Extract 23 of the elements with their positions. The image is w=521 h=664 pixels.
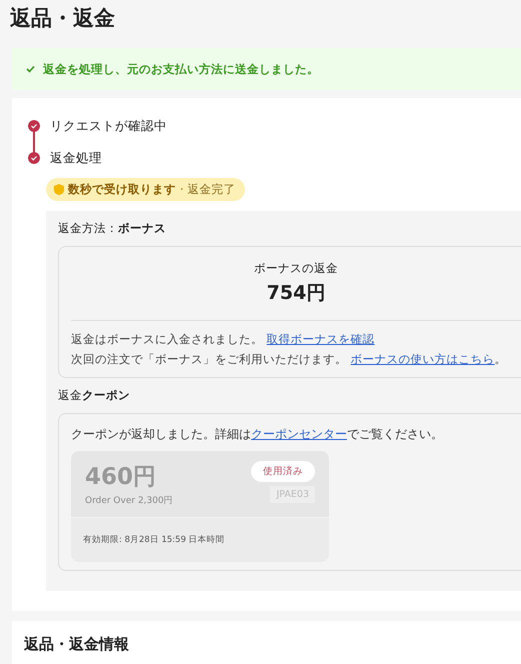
refund-method-label: 返金方法：ボーナス (58, 221, 167, 236)
step-label: リクエストが確認中 (50, 118, 167, 134)
coupon-expiry: 有効期限: 8月28日 15:59 日本時間 (71, 518, 329, 562)
coupon-message: クーポンが返却しました。詳細はクーポンセンターでご覧ください。 (71, 426, 444, 443)
refund-coupon-label: 返金クーポン (58, 388, 131, 403)
info-sentence: 次回の注文で「ボーナス」をご利用いただけます。 ボーナスの使い方はこちら。 (71, 351, 508, 368)
coupon-center-link[interactable]: クーポンセンター (251, 427, 347, 441)
coupon-condition: Order Over 2,300円 (85, 495, 173, 507)
info-link[interactable]: 取得ボーナスを確認 (266, 332, 375, 346)
info-sentence: 返金はボーナスに入金されました。 取得ボーナスを確認 (71, 331, 376, 348)
step-label: 返金処理 (50, 150, 102, 166)
info-link[interactable]: ボーナスの使い方はこちら (350, 352, 495, 366)
page-title: 返品・返金 (9, 5, 116, 32)
badge-headline: 数秒で受け取ります (68, 182, 176, 197)
section-title: 返品・返金情報 (24, 635, 130, 654)
check-icon (26, 65, 35, 73)
banner-message: 返金を処理し、元のお支払い方法に送金しました。 (43, 62, 319, 76)
shield-icon (54, 184, 64, 195)
refund-amount: 754円 (266, 281, 326, 306)
coupon-status: 使用済み (251, 461, 315, 482)
coupon-amount: 460円 (85, 463, 158, 492)
amount-title: ボーナスの返金 (253, 261, 339, 276)
badge-note: · 返金完了 (180, 182, 236, 197)
